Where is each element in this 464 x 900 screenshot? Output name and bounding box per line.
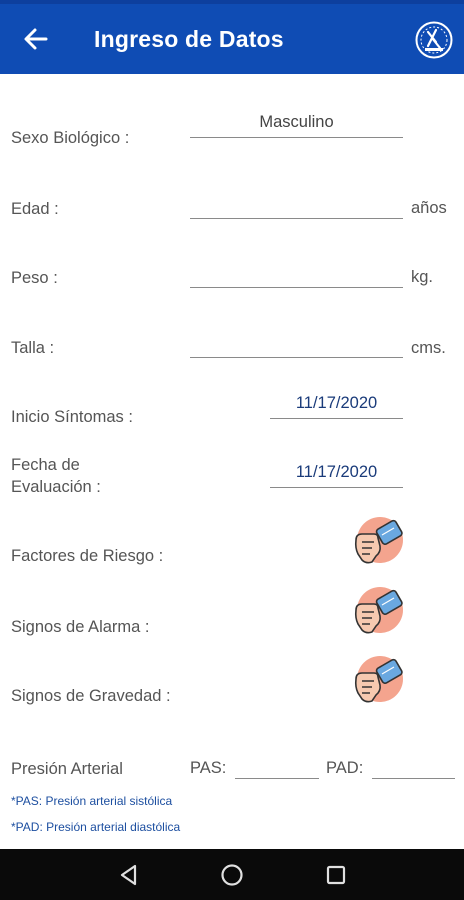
pad-label: PAD:	[326, 759, 364, 777]
pad-input[interactable]	[372, 754, 455, 779]
risk-factors-label: Factores de Riesgo :	[11, 547, 164, 565]
age-input[interactable]	[190, 194, 403, 219]
pas-footnote: *PAS: Presión arterial sistólica	[11, 794, 173, 808]
institution-logo	[414, 20, 454, 60]
square-recents-icon	[326, 865, 346, 885]
circle-home-icon	[221, 864, 243, 886]
age-unit: años	[411, 199, 447, 217]
age-label: Edad :	[11, 200, 59, 218]
pas-input[interactable]	[235, 754, 319, 779]
hand-tap-icon	[354, 587, 403, 634]
sex-selector[interactable]: Masculino	[190, 113, 403, 138]
hand-tap-icon	[354, 656, 403, 703]
page-title: Ingreso de Datos	[94, 26, 284, 52]
pas-label: PAS:	[190, 759, 227, 777]
hand-tap-icon	[354, 517, 403, 564]
nav-home-button[interactable]	[218, 861, 246, 889]
severity-signs-button[interactable]	[352, 655, 404, 707]
height-input[interactable]	[190, 333, 403, 358]
weight-label: Peso :	[11, 269, 58, 287]
height-label: Talla :	[11, 339, 55, 357]
evaluation-date[interactable]: 11/17/2020	[270, 463, 403, 488]
weight-input[interactable]	[190, 263, 403, 288]
back-button[interactable]	[18, 21, 54, 57]
risk-factors-button[interactable]	[352, 516, 404, 568]
symptom-onset-label: Inicio Síntomas :	[11, 408, 133, 426]
blood-pressure-label: Presión Arterial	[11, 760, 123, 778]
sex-label: Sexo Biológico :	[11, 129, 130, 147]
severity-signs-label: Signos de Gravedad :	[11, 687, 171, 705]
evaluation-date-label-line2: Evaluación :	[11, 478, 101, 496]
nav-recents-button[interactable]	[322, 861, 350, 889]
arrow-left-icon	[24, 28, 48, 50]
weight-unit: kg.	[411, 268, 434, 286]
system-nav-bar	[0, 849, 464, 900]
evaluation-date-label-line1: Fecha de	[11, 456, 80, 474]
symptom-onset-date[interactable]: 11/17/2020	[270, 394, 403, 419]
nav-back-button[interactable]	[115, 861, 143, 889]
height-unit: cms.	[411, 339, 446, 357]
alarm-signs-label: Signos de Alarma :	[11, 618, 150, 636]
triangle-back-icon	[120, 864, 137, 886]
pad-footnote: *PAD: Presión arterial diastólica	[11, 820, 181, 834]
app-bar: Ingreso de Datos	[0, 4, 464, 74]
alarm-signs-button[interactable]	[352, 586, 404, 638]
